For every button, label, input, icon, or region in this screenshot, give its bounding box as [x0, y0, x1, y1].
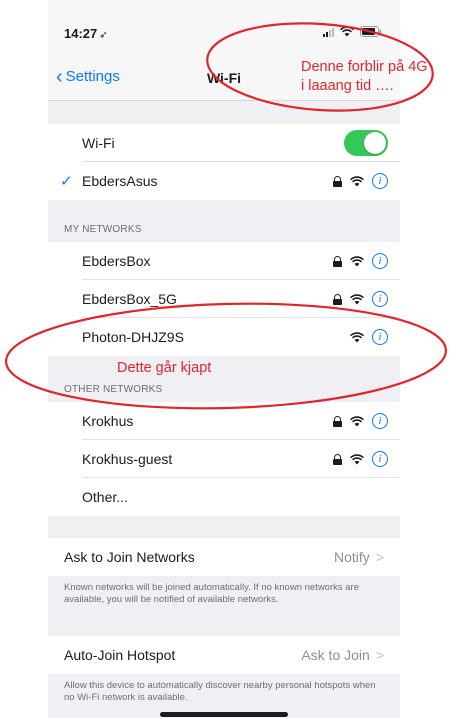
annotation-line-2: i laaang tid ….: [301, 78, 394, 94]
annotation-line-1: Denne forblir på 4G: [301, 59, 428, 75]
annotation-ellipse-middle: [4, 302, 448, 410]
annotation-overlay: [4, 22, 448, 410]
annotation-text-top: Denne forblir på 4G i laaang tid ….: [301, 58, 428, 96]
annotation-text-middle: Dette går kjapt: [117, 360, 212, 376]
